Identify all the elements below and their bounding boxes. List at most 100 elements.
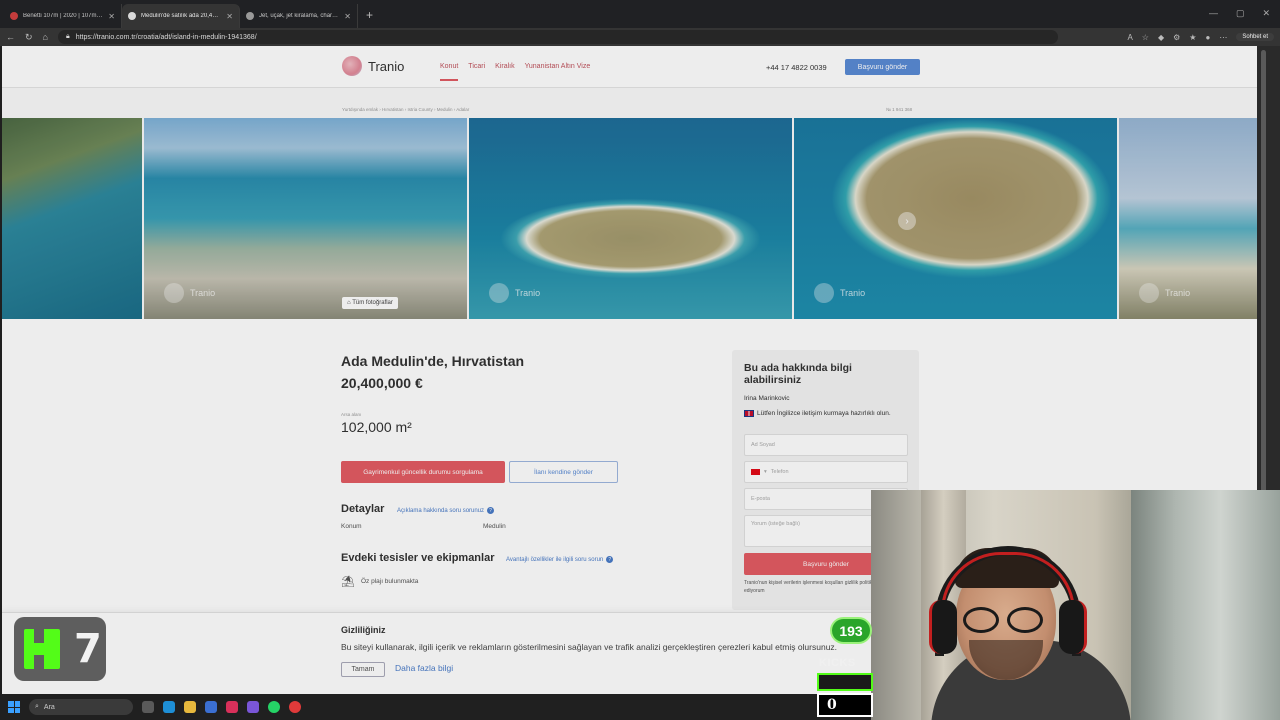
gallery-photo[interactable]: Tranio <box>469 118 792 319</box>
browser-right-icons: A ☆ ◆ ⚙ ★ ● ⋯ Sohbet et <box>1127 33 1274 42</box>
gallery-photo[interactable] <box>2 118 142 319</box>
kick-logo-icon <box>24 629 60 669</box>
new-tab-icon[interactable]: + <box>358 8 381 28</box>
beach-umbrella-icon: ⛱ <box>341 576 355 588</box>
listing-title: Ada Medulin'de, Hırvatistan <box>341 353 525 369</box>
name-input[interactable]: Ad Soyad <box>744 434 908 456</box>
tab-favicon-icon <box>10 12 18 20</box>
minimize-icon[interactable]: — <box>1209 8 1218 19</box>
file-explorer-icon[interactable] <box>184 701 196 713</box>
task-view-icon[interactable] <box>142 701 154 713</box>
discord-icon[interactable] <box>247 701 259 713</box>
favorites-icon[interactable]: ★ <box>1189 33 1196 42</box>
main-nav: Konut Ticari Kiralık Yunanistan Altın Vi… <box>440 63 590 81</box>
browser-tab-active[interactable]: Medulin'de satılık ada 20,400,000 € ✕ <box>122 4 240 28</box>
send-to-self-button[interactable]: İlanı kendine gönder <box>509 461 618 483</box>
gallery-photo[interactable]: Tranio <box>1119 118 1257 319</box>
edge-icon[interactable] <box>163 701 175 713</box>
close-icon[interactable]: ✕ <box>108 12 115 21</box>
app-icon[interactable] <box>226 701 238 713</box>
address-bar[interactable]: 🔒︎ https://tranio.com.tr/croatia/adt/isl… <box>57 30 1058 44</box>
facility-item: ⛱ Öz plajı bulunmakta <box>341 576 419 588</box>
details-question-link[interactable]: Açıklama hakkında soru sorunuz? <box>397 507 495 514</box>
browser-tab[interactable]: Benetti 107m | 2020 | 107m | Boat ✕ <box>4 4 122 28</box>
cookie-ok-button[interactable]: Tamam <box>341 662 385 677</box>
close-icon[interactable]: ✕ <box>344 12 351 21</box>
nav-item-ticari[interactable]: Ticari <box>468 63 485 81</box>
maximize-icon[interactable]: ▢ <box>1236 8 1245 19</box>
watermark-logo-icon <box>164 283 184 303</box>
tab-title: Benetti 107m | 2020 | 107m | Boat <box>23 13 103 19</box>
viewer-counter-badge: 193 <box>830 617 872 644</box>
location-value: Medulin <box>483 523 506 530</box>
location-label: Konum <box>341 523 362 530</box>
watermark-logo-icon <box>814 283 834 303</box>
tab-title: Jet, uçak, jet kiralama, charter, vip <box>259 13 340 19</box>
site-header: Tranio Konut Ticari Kiralık Yunanistan A… <box>2 46 1257 88</box>
details-heading: Detaylar <box>341 503 385 515</box>
webcam-feed <box>871 490 1280 720</box>
extensions-puzzle-icon[interactable]: ⚙ <box>1173 33 1180 42</box>
store-icon[interactable] <box>205 701 217 713</box>
gallery-photo[interactable]: Tranio ⌂ Tüm fotoğraflar <box>144 118 467 319</box>
kicks-label: KICKS <box>819 657 856 669</box>
kick-number: 7 <box>74 626 102 672</box>
phone-number[interactable]: +44 17 4822 0039 <box>766 63 827 72</box>
phone-input[interactable]: ▾ Telefon <box>744 461 908 483</box>
logo-icon <box>342 56 362 76</box>
more-icon[interactable]: ⋯ <box>1219 33 1227 42</box>
nav-item-golden-visa[interactable]: Yunanistan Altın Vize <box>525 63 591 81</box>
tab-title: Medulin'de satılık ada 20,400,000 € <box>141 13 221 19</box>
gallery-photo[interactable]: Tranio › <box>794 118 1117 319</box>
lock-icon: 🔒︎ <box>65 33 70 40</box>
watermark: Tranio <box>164 283 215 303</box>
read-aloud-icon[interactable]: A <box>1127 33 1132 42</box>
cookie-text: Bu siteyi kullanarak, ilgili içerik ve r… <box>341 642 838 652</box>
nav-item-kiralik[interactable]: Kiralık <box>495 63 514 81</box>
favorite-star-icon[interactable]: ☆ <box>1142 33 1149 42</box>
help-icon: ? <box>487 507 495 514</box>
form-title: Bu ada hakkında bilgi alabilirsiniz <box>744 362 852 386</box>
browser-tab[interactable]: Jet, uçak, jet kiralama, charter, vip ✕ <box>240 4 358 28</box>
breadcrumb[interactable]: Yurtdışında emlak › Hırvatistan › Istria… <box>342 107 469 112</box>
facilities-question-link[interactable]: Avantajlı özellikler ile ilgili soru sor… <box>506 556 614 563</box>
help-icon: ? <box>606 556 614 563</box>
close-icon[interactable]: ✕ <box>226 12 233 21</box>
reload-icon[interactable]: ↻ <box>25 32 33 43</box>
chevron-down-icon[interactable]: ▾ <box>764 469 767 475</box>
extension-icon[interactable]: ◆ <box>1158 33 1164 42</box>
watermark-logo-icon <box>489 283 509 303</box>
watermark: Tranio <box>814 283 865 303</box>
tab-favicon-icon <box>128 12 136 20</box>
all-photos-button[interactable]: ⌂ Tüm fotoğraflar <box>342 297 398 309</box>
logo-text: Tranio <box>368 58 405 74</box>
chat-button[interactable]: Sohbet et <box>1236 33 1274 41</box>
browser-toolbar: ← ↻ ⌂ 🔒︎ https://tranio.com.tr/croatia/a… <box>0 28 1280 46</box>
whatsapp-icon[interactable] <box>268 701 280 713</box>
kicks-progress-bar <box>817 673 873 691</box>
cookie-more-info-link[interactable]: Daha fazla bilgi <box>395 663 453 673</box>
turkey-flag-icon[interactable] <box>751 469 760 475</box>
back-icon[interactable]: ← <box>6 32 15 42</box>
gallery-next-icon[interactable]: › <box>898 212 916 230</box>
kick-logo-overlay: 7 <box>14 617 106 681</box>
windows-start-icon[interactable] <box>8 701 20 713</box>
watermark: Tranio <box>1139 283 1190 303</box>
area-value: 102,000 m² <box>341 419 412 435</box>
browser-tab-bar: Benetti 107m | 2020 | 107m | Boat ✕ Medu… <box>0 0 1280 28</box>
agent-name: Irina Marinkovic <box>744 395 790 402</box>
nav-item-konut[interactable]: Konut <box>440 63 459 81</box>
home-icon[interactable]: ⌂ <box>43 32 48 42</box>
listing-price: 20,400,000 € <box>341 375 423 391</box>
apply-button[interactable]: Başvuru gönder <box>845 59 920 75</box>
site-logo[interactable]: Tranio <box>342 56 404 76</box>
watermark: Tranio <box>489 283 540 303</box>
check-availability-button[interactable]: Gayrimenkul güncellik durumu sorgulama <box>341 461 505 483</box>
uk-flag-icon <box>744 409 754 417</box>
app-icon[interactable] <box>289 701 301 713</box>
profile-icon[interactable]: ● <box>1205 33 1210 42</box>
close-window-icon[interactable]: ✕ <box>1262 8 1270 19</box>
photo-gallery[interactable]: Tranio ⌂ Tüm fotoğraflar Tranio Tranio ›… <box>2 118 1257 319</box>
reference-number: № 1 941 368 <box>886 107 913 112</box>
taskbar-search[interactable]: ⌕ Ara <box>29 699 133 715</box>
